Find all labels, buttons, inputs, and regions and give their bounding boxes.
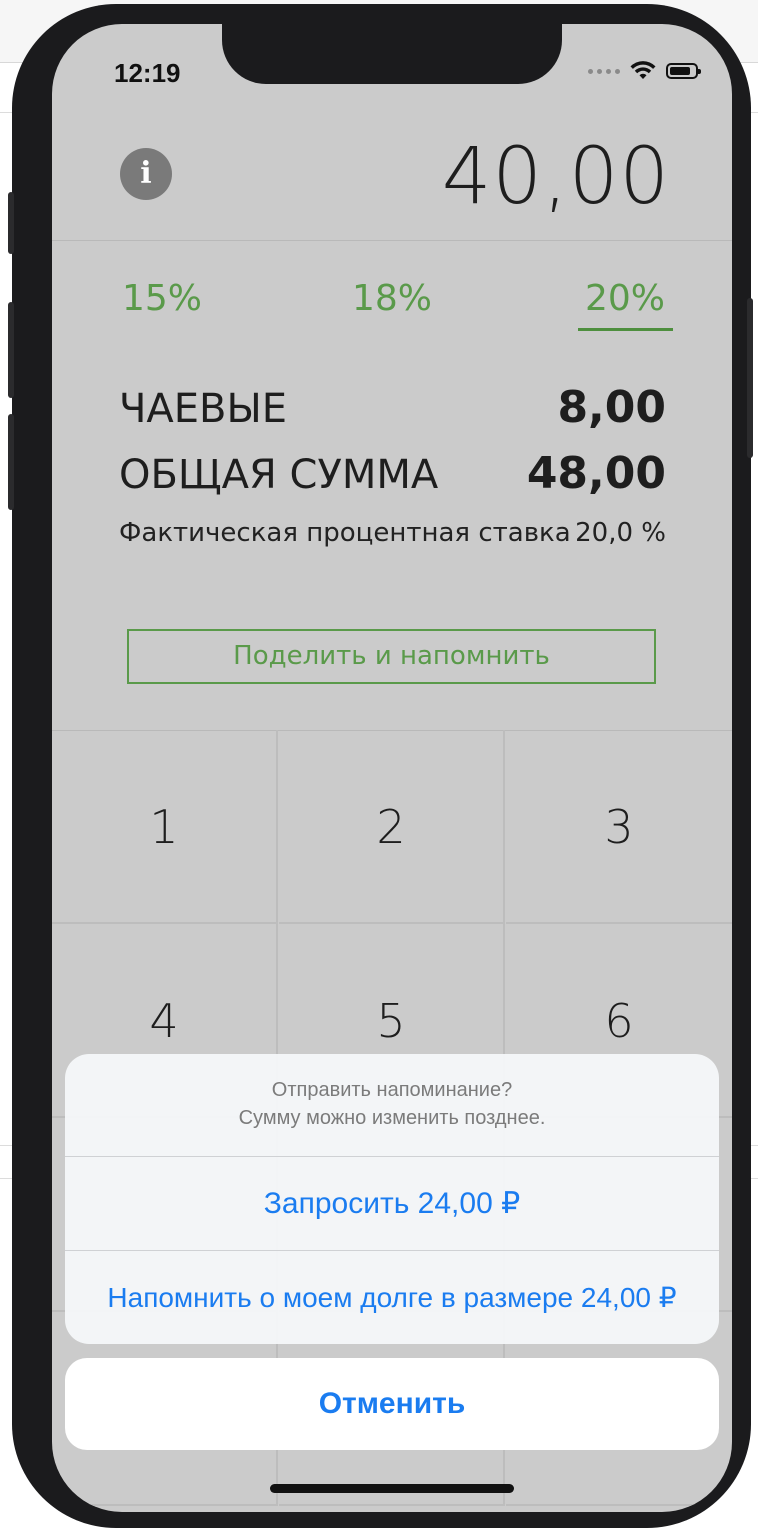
keypad-key-2[interactable]: 2 (279, 730, 505, 924)
signal-icon (588, 68, 620, 74)
divider (65, 1156, 719, 1157)
keypad-key-3[interactable]: 3 (506, 730, 732, 924)
remind-debt-button[interactable]: Напомнить о моем долге в размере 24,00 ₽ (65, 1252, 719, 1344)
action-sheet-message: Отправить напоминание? Сумму можно измен… (65, 1054, 719, 1156)
info-icon[interactable]: i (120, 148, 172, 200)
action-sheet: Отправить напоминание? Сумму можно измен… (65, 1054, 719, 1344)
tip-label: ЧАЕВЫЕ (119, 386, 288, 432)
mute-switch (8, 192, 14, 254)
selected-tip-indicator (578, 328, 673, 331)
effective-rate-label: Фактическая процентная ставка (119, 518, 571, 548)
total-value: 48,00 (526, 448, 666, 499)
divider (52, 240, 732, 241)
effective-rate-value: 20,0 % (575, 518, 666, 548)
volume-down-button (8, 414, 14, 510)
wifi-icon (630, 61, 656, 79)
tip-option-15[interactable]: 15% (122, 278, 202, 319)
keypad-key-1[interactable]: 1 (52, 730, 278, 924)
status-time: 12:19 (114, 58, 181, 88)
total-label: ОБЩАЯ СУММА (119, 452, 439, 498)
tip-value: 8,00 (557, 382, 666, 433)
tip-option-20[interactable]: 20% (585, 278, 665, 319)
request-amount-button[interactable]: Запросить 24,00 ₽ (65, 1158, 719, 1250)
notch (222, 24, 562, 84)
bill-amount[interactable]: 40,00 (442, 132, 670, 222)
power-button (747, 298, 753, 458)
action-sheet-subtitle: Сумму можно изменить позднее. (238, 1107, 546, 1129)
phone-frame: 12:19 i 40,00 15% 18% 20% ЧАЕВЫЕ 8,00 ОБ… (8, 4, 753, 1528)
battery-icon (666, 63, 701, 79)
status-icons (588, 60, 701, 82)
cancel-button[interactable]: Отменить (65, 1358, 719, 1450)
split-and-remind-button[interactable]: Поделить и напомнить (127, 629, 656, 684)
app-screen: 12:19 i 40,00 15% 18% 20% ЧАЕВЫЕ 8,00 ОБ… (52, 24, 732, 1512)
action-sheet-title: Отправить напоминание? (271, 1079, 513, 1101)
tip-option-18[interactable]: 18% (352, 278, 432, 319)
volume-up-button (8, 302, 14, 398)
divider (65, 1250, 719, 1251)
home-indicator[interactable] (270, 1484, 514, 1493)
